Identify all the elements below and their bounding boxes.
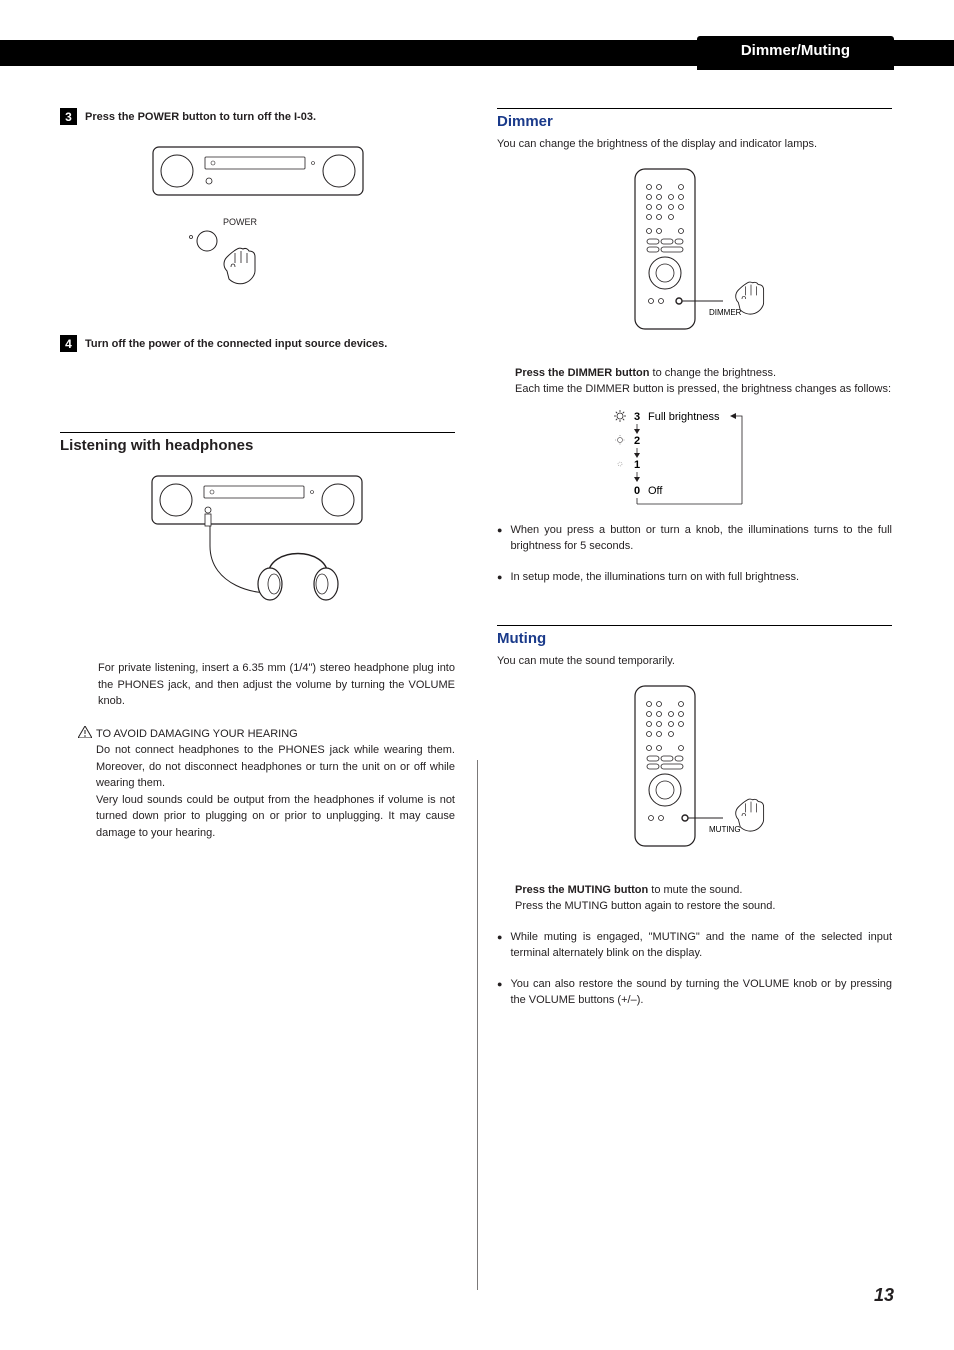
muting-button-label: MUTING [709,825,741,834]
headphones-body: For private listening, insert a 6.35 mm … [98,660,455,710]
column-divider [477,760,478,1290]
hand-icon [224,248,255,284]
dimmer-each-text: Each time the DIMMER button is pressed, … [515,381,892,398]
bullet-icon: ● [497,976,502,1009]
muting-section-title: Muting [497,625,892,647]
page-tab-title: Dimmer/Muting [697,36,894,70]
dimmer-intro: You can change the brightness of the dis… [497,136,892,153]
muting-intro: You can mute the sound temporarily. [497,653,892,670]
hand-icon [735,799,763,831]
svg-text:Off: Off [648,485,663,497]
dimmer-bullet-1: When you press a button or turn a knob, … [510,522,892,555]
power-label: POWER [223,217,258,227]
step-3-text: Press the POWER button to turn off the I… [85,108,316,124]
muting-bullet-1: While muting is engaged, "MUTING" and th… [510,929,892,962]
bullet-icon: ● [497,569,502,586]
svg-text:3: 3 [634,411,640,423]
svg-text:Full brightness: Full brightness [648,411,720,423]
dimmer-bullet-2: In setup mode, the illuminations turn on… [510,569,799,586]
dimmer-section-title: Dimmer [497,108,892,130]
muting-again-text: Press the MUTING button again to restore… [515,898,892,915]
bullet-icon: ● [497,522,502,555]
step-number-4: 4 [60,335,77,352]
hand-icon [735,282,763,314]
bullet-icon: ● [497,929,502,962]
dimmer-levels-diagram: 3 Full brightness 2 1 0 Off [497,408,892,508]
dimmer-remote-illustration: DIMMER [497,161,892,341]
headphones-illustration [60,466,455,636]
svg-text:2: 2 [634,435,640,447]
page-number: 13 [874,1285,894,1306]
muting-press-line: Press the MUTING button to mute the soun… [515,882,892,899]
headphones-icon [258,554,338,601]
svg-text:0: 0 [634,485,640,497]
warning-body-1: Do not connect headphones to the PHONES … [96,742,455,792]
step-number-3: 3 [60,108,77,125]
header-bar: Dimmer/Muting [0,40,954,66]
step-4-text: Turn off the power of the connected inpu… [85,335,387,351]
dimmer-press-line: Press the DIMMER button to change the br… [515,365,892,382]
warning-icon [78,726,92,842]
headphones-section-title: Listening with headphones [60,432,455,454]
warning-body-2: Very loud sounds could be output from th… [96,792,455,842]
dimmer-button-label: DIMMER [709,308,742,317]
svg-text:1: 1 [634,459,640,471]
muting-remote-illustration: MUTING [497,678,892,858]
power-button-illustration: POWER [60,137,455,307]
warning-title: TO AVOID DAMAGING YOUR HEARING [96,726,455,743]
muting-bullet-2: You can also restore the sound by turnin… [510,976,892,1009]
